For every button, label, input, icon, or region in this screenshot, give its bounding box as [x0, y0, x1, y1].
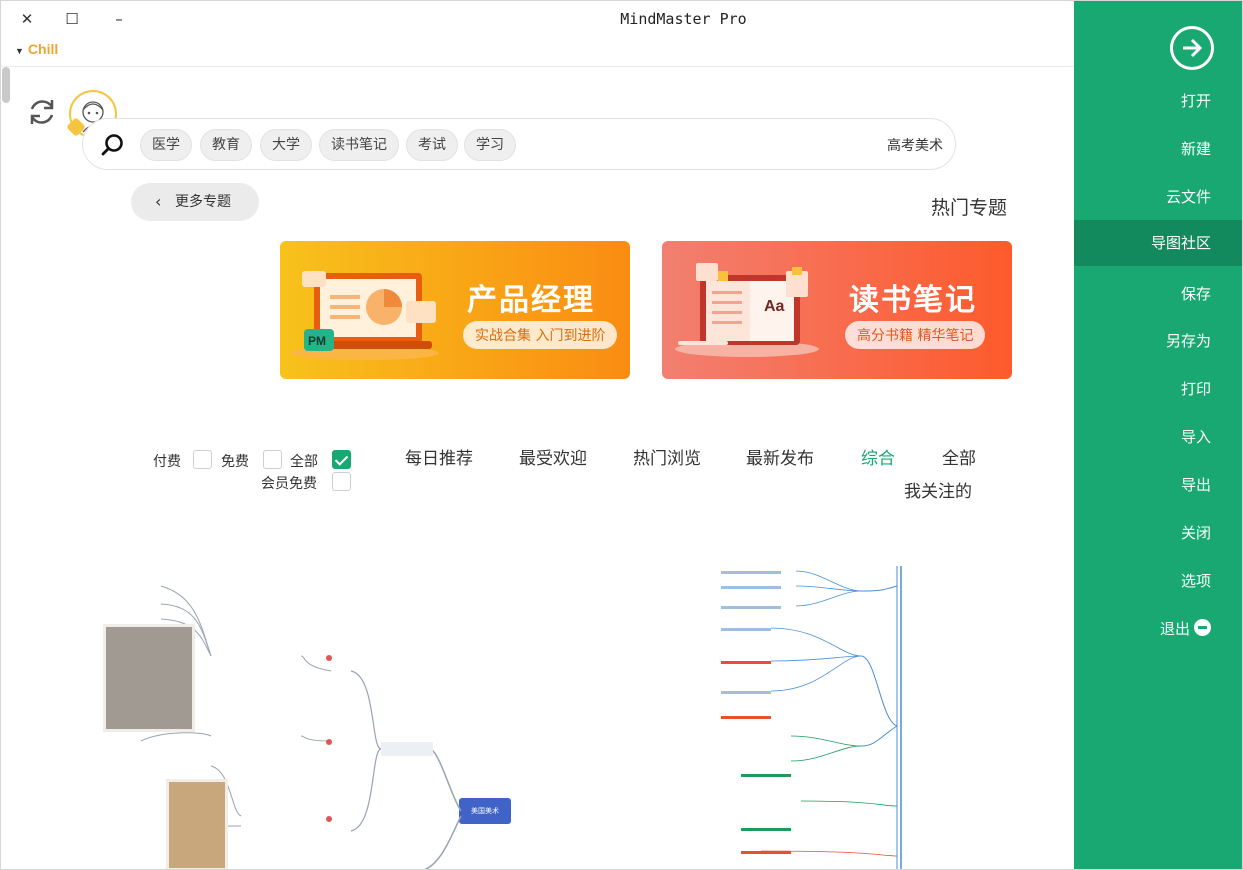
tab-latest[interactable]: 最新发布 [746, 444, 814, 469]
tag-dushubiji[interactable]: 读书笔记 [319, 129, 399, 161]
checkbox-free[interactable] [263, 450, 282, 469]
more-topics-label: 更多专题 [175, 194, 231, 210]
sidebar: 打开 新建 云文件 导图社区 保存 另存为 打印 导入 导出 关闭 选项 退出 [1074, 1, 1242, 869]
book-illustration-icon: Aa [675, 263, 819, 357]
mindmap-photo [166, 779, 228, 869]
vertical-scrollbar[interactable] [2, 67, 10, 103]
refresh-icon[interactable] [26, 96, 58, 132]
sidebar-item-open[interactable]: 打开 [1074, 78, 1242, 124]
brand-menu[interactable]: ▼ Chill [15, 41, 58, 57]
sidebar-item-close[interactable]: 关闭 [1074, 510, 1242, 556]
app-window: ✕ ☐ – MindMaster Pro ▼ Chill 学习 考试 读书笔记 … [0, 0, 1243, 870]
tag-daxue[interactable]: 大学 [260, 129, 312, 161]
mindmap-photo [103, 624, 195, 732]
tag-yixue[interactable]: 医学 [140, 129, 192, 161]
back-arrow-icon[interactable] [1170, 26, 1214, 70]
checkbox-all-label: 全部 [290, 454, 318, 470]
minus-circle-icon [1194, 619, 1211, 636]
tab-popular-views[interactable]: 热门浏览 [633, 444, 701, 469]
mindmap-branches [721, 566, 902, 869]
sidebar-item-exit-label: 退出 [1159, 620, 1190, 638]
brand-label: Chill [27, 41, 59, 57]
banner-subtitle: 高分书籍 精华笔记 [845, 321, 986, 349]
header-divider [1, 66, 1076, 67]
checkbox-member-free-label: 会员免费 [261, 476, 317, 492]
tag-kaoshi[interactable]: 考试 [406, 129, 458, 161]
laptop-illustration-icon: PM [291, 271, 439, 360]
title-bar: ✕ ☐ – MindMaster Pro [1, 1, 1076, 37]
chevron-left-icon: ‹ [155, 192, 162, 211]
mindmap-preview-card[interactable] [701, 566, 1021, 869]
caret-down-icon: ▼ [15, 46, 24, 56]
sidebar-item-cloud-files[interactable]: 云文件 [1074, 174, 1242, 220]
window-title: MindMaster Pro [620, 10, 747, 28]
tab-following[interactable]: 我关注的 [904, 477, 972, 502]
tag-jiaoyu[interactable]: 教育 [200, 129, 252, 161]
svg-text:PM: PM [308, 334, 326, 348]
checkbox-free-label: 免费 [221, 454, 249, 470]
checkbox-paid-label: 付费 [153, 454, 181, 470]
sidebar-item-options[interactable]: 选项 [1074, 558, 1242, 604]
tab-all[interactable]: 全部 [942, 444, 976, 469]
sidebar-item-exit[interactable]: 退出 [1074, 606, 1242, 652]
tab-daily-picks[interactable]: 每日推荐 [405, 444, 473, 469]
banner-reading-notes[interactable]: Aa 读书笔记 高分书籍 精华笔记 [662, 241, 1012, 379]
svg-text:Aa: Aa [764, 298, 785, 315]
sidebar-item-import[interactable]: 导入 [1074, 414, 1242, 460]
sidebar-item-export[interactable]: 导出 [1074, 462, 1242, 508]
banner-subtitle: 实战合集 入门到进阶 [463, 321, 618, 349]
checkbox-all[interactable] [332, 450, 351, 469]
sidebar-item-save-as[interactable]: 另存为 [1074, 318, 1242, 364]
banner-title: 读书笔记 [849, 283, 977, 318]
sidebar-item-save[interactable]: 保存 [1074, 271, 1242, 317]
tab-comprehensive[interactable]: 综合 [861, 444, 895, 469]
banner-title: 产品经理 [467, 283, 595, 318]
section-title: 热门专题 [931, 197, 1008, 219]
more-topics-button[interactable]: ‹ 更多专题 [131, 183, 259, 221]
checkbox-member-free[interactable] [332, 472, 351, 491]
checkbox-paid[interactable] [193, 450, 212, 469]
sidebar-item-print[interactable]: 打印 [1074, 366, 1242, 412]
banner-product-manager[interactable]: PM 产品经理 实战合集 入门到进阶 [280, 241, 630, 379]
search-input[interactable]: 高考美术 [887, 135, 943, 155]
tag-xuexi[interactable]: 学习 [464, 129, 516, 161]
sidebar-item-community[interactable]: 导图社区 [1074, 220, 1242, 266]
mindmap-preview-card[interactable]: 美国美术 [101, 566, 521, 869]
search-icon[interactable] [101, 133, 125, 161]
search-bar[interactable]: 学习 考试 读书笔记 大学 教育 医学 高考美术 [82, 118, 956, 170]
tab-most-liked[interactable]: 最受欢迎 [519, 444, 587, 469]
sidebar-item-new[interactable]: 新建 [1074, 126, 1242, 172]
